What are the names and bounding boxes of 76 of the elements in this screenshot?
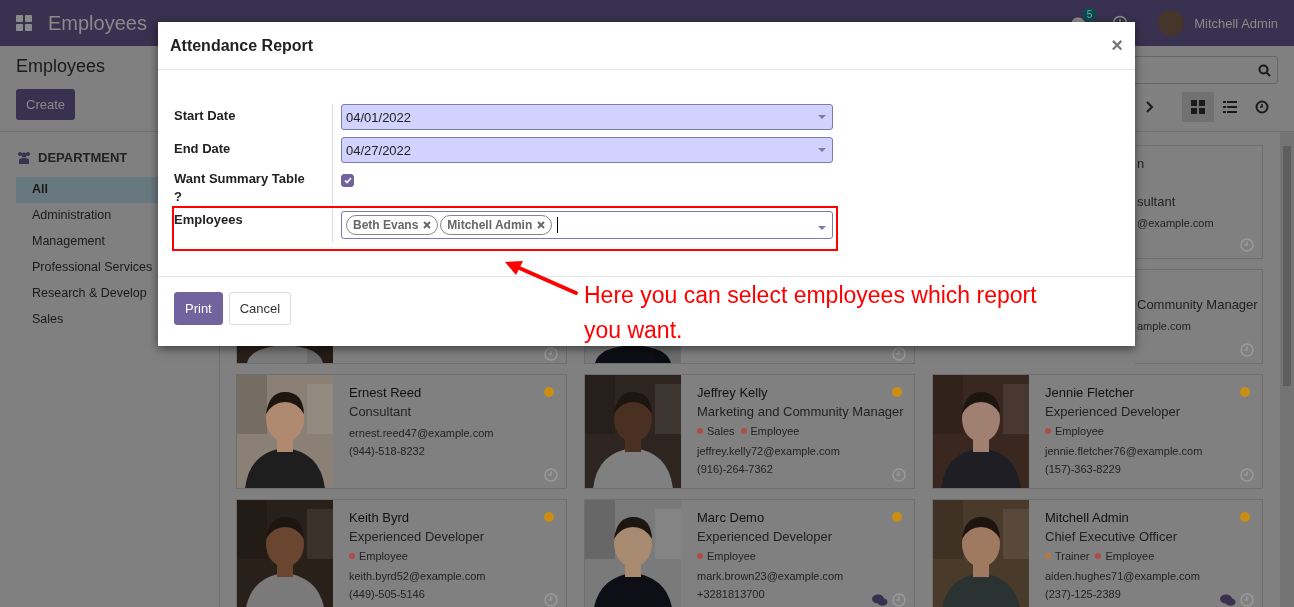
apps-icon[interactable]: [16, 15, 32, 31]
cancel-button[interactable]: Cancel: [228, 292, 292, 325]
app-title: Employees: [48, 11, 147, 35]
phone-text: (157)-363-8229: [1045, 463, 1122, 475]
clock-icon[interactable]: [544, 347, 558, 361]
employee-card[interactable]: Community Manager ample.com: [1135, 269, 1263, 364]
field-label: Start Date: [174, 107, 237, 125]
people-icon: [16, 151, 32, 164]
chat-icon[interactable]: [1220, 593, 1236, 607]
job-title: Community Manager: [1137, 297, 1258, 312]
page-title: Employees: [16, 56, 106, 77]
remove-icon[interactable]: [423, 221, 432, 229]
view-button[interactable]: [1182, 92, 1214, 122]
close-button[interactable]: ×: [1111, 34, 1123, 57]
employee-name: Keith Byrd: [349, 510, 410, 525]
email-text: jennie.fletcher76@example.com: [1045, 445, 1204, 457]
tag: Sales: [697, 425, 735, 437]
field-label: Employees: [174, 211, 244, 229]
tag: Employee: [1095, 550, 1155, 562]
employee-name: Mitchell Admin: [1045, 510, 1130, 525]
remove-icon[interactable]: [537, 221, 546, 229]
search-icon: [1258, 63, 1271, 77]
phone-text: +3281813700: [697, 588, 766, 600]
email-text: ample.com: [1137, 320, 1191, 332]
section-header: DEPARTMENT: [38, 150, 128, 165]
job-title: Chief Executive Officer: [1045, 529, 1178, 544]
notification-badge: 5: [1082, 8, 1097, 21]
email-text: ernest.reed47@example.com: [349, 427, 495, 439]
job-title: Experienced Developer: [1045, 404, 1182, 419]
phone-text: (449)-505-5146: [349, 588, 426, 600]
tag: Trainer: [1045, 550, 1090, 562]
employee-name: Jeffrey Kelly: [697, 385, 769, 400]
phone-text: (237)-125-2389: [1045, 588, 1122, 600]
employee-name: n: [1137, 156, 1145, 171]
phone-text: (916)-264-7362: [697, 463, 774, 475]
checkbox[interactable]: [341, 174, 354, 187]
chat-icon[interactable]: [872, 593, 888, 607]
job-title: sultant: [1137, 194, 1176, 209]
tag: Employee: [740, 425, 800, 437]
employee-card[interactable]: Keith Byrd Experienced Developer Employee keith.byrd52@example.com (449)-505-5146: [236, 499, 567, 607]
employee-card[interactable]: Marc Demo Experienced Developer Employee mark.brown23@example.com +3281813700: [584, 499, 915, 607]
date-field[interactable]: 04/27/2022: [341, 137, 833, 163]
print-button[interactable]: Print: [174, 292, 223, 325]
user-name[interactable]: Mitchell Admin: [1194, 15, 1278, 31]
employee-name: Ernest Reed: [349, 385, 423, 400]
email-text: @example.com: [1137, 217, 1214, 229]
clock-icon: [1255, 100, 1269, 114]
phone-text: (944)-518-8232: [349, 445, 426, 457]
email-text: aiden.hughes71@example.com: [1045, 570, 1201, 582]
email-text: jeffrey.kelly72@example.com: [697, 445, 841, 457]
employee-card[interactable]: Jennie Fletcher Experienced Developer Employee jennie.fletcher76@example.com (157)-363-8229: [932, 374, 1263, 489]
email-text: keith.byrd52@example.com: [349, 570, 487, 582]
kanban-icon: [1191, 100, 1205, 114]
employee-card[interactable]: Ernest Reed Consultant ernest.reed47@example.com (944)-518-8232: [236, 374, 567, 489]
list-icon: [1223, 101, 1237, 113]
create-button[interactable]: Create: [16, 89, 76, 120]
tag: Employee: [697, 550, 756, 562]
date-field[interactable]: 04/01/2022: [341, 104, 833, 130]
job-title: Marketing and Community Manager: [697, 404, 902, 419]
tag: Employee: [1045, 425, 1104, 437]
next-icon[interactable]: [1146, 101, 1154, 113]
employee-card[interactable]: Mitchell Admin Chief Executive Officer Trainer Employee aiden.hughes71@example.com (237)-125-2389: [932, 499, 1263, 607]
employee-card[interactable]: Jeffrey Kelly Marketing and Community Manager Sales Employee jeffrey.kelly72@example.com (916)-264-7362: [584, 374, 915, 489]
employee-name: Jennie Fletcher: [1045, 385, 1135, 400]
employee-name: Marc Demo: [697, 510, 766, 525]
employees-field[interactable]: Beth Evans Mitchell Admin: [341, 211, 833, 239]
job-title: Experienced Developer: [697, 529, 834, 544]
employee-card[interactable]: n sultant @example.com: [1135, 145, 1263, 259]
tag: Employee: [349, 550, 408, 562]
annotation-text: Here you can select employees which report you want.: [584, 281, 1038, 345]
dialog-title: Attendance Report: [170, 36, 314, 55]
job-title: Consultant: [349, 404, 413, 419]
field-label: End Date: [174, 140, 232, 158]
email-text: mark.brown23@example.com: [697, 570, 845, 582]
job-title: Experienced Developer: [349, 529, 486, 544]
clock-icon[interactable]: [892, 347, 906, 361]
